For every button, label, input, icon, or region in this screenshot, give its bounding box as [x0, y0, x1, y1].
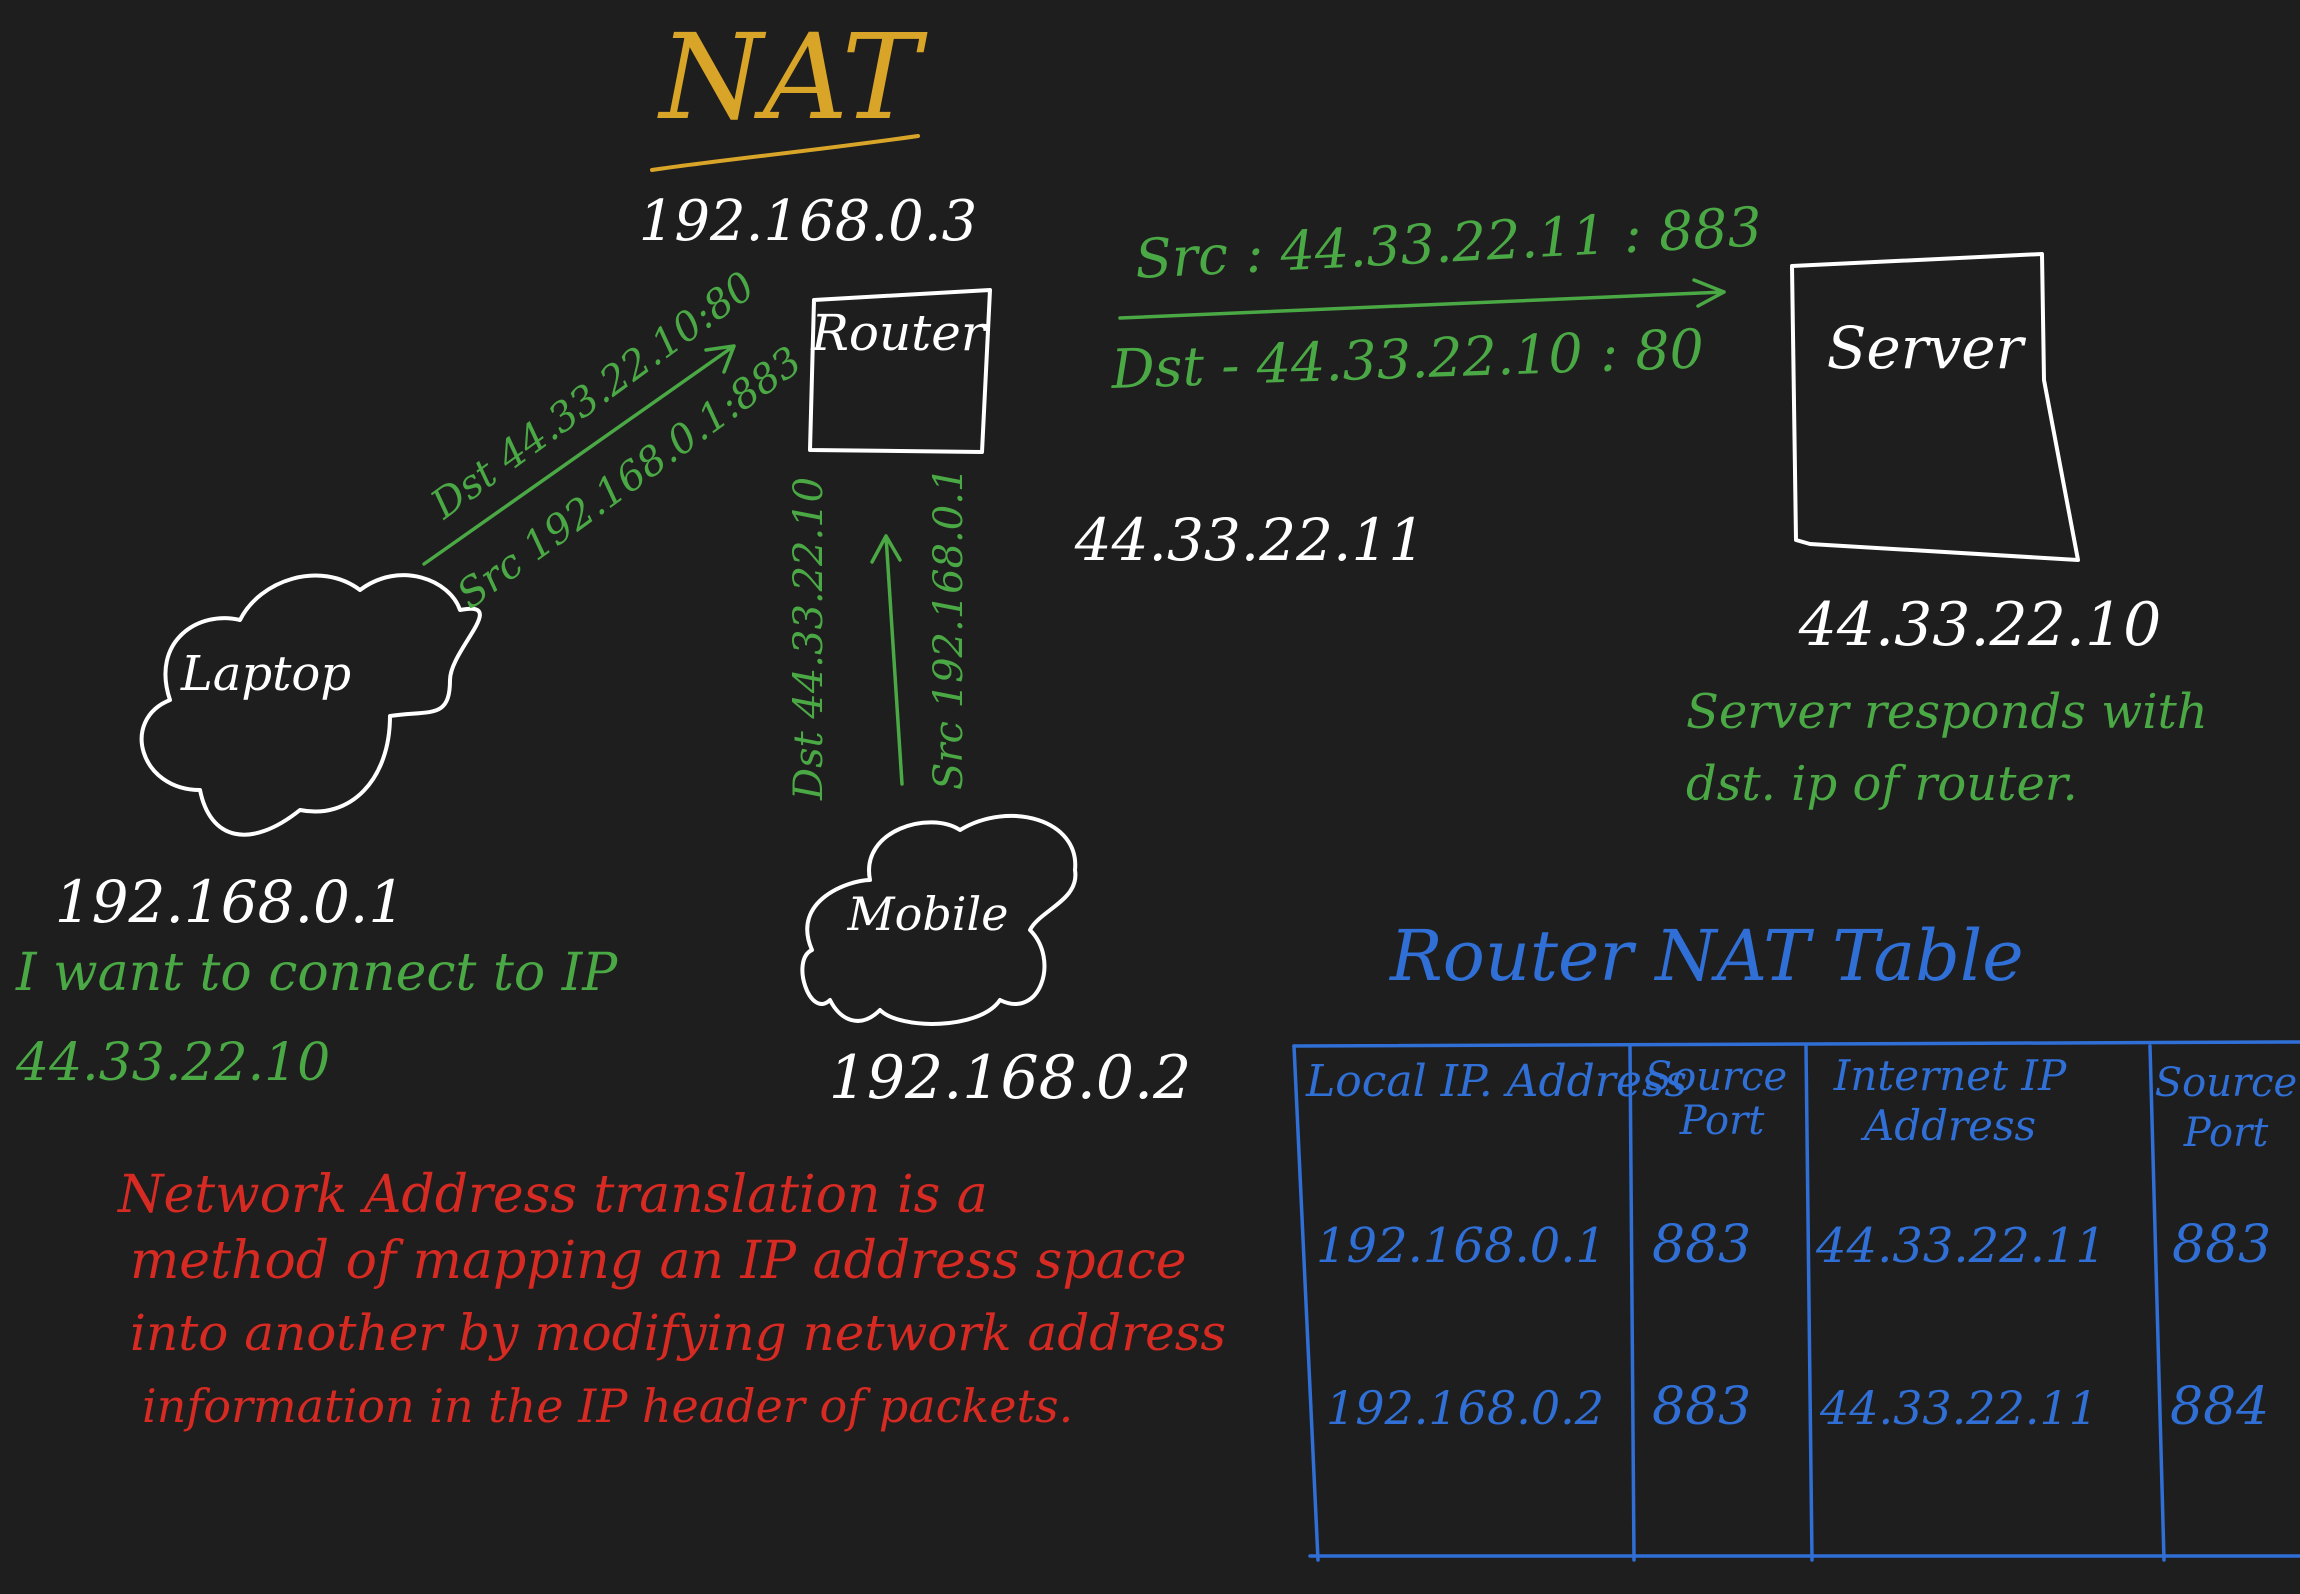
router-label: Router: [810, 304, 988, 362]
nat-row-2-nat-port: 884: [2170, 1377, 2269, 1437]
mobile-arrow-src-label: Src 192.168.0.1: [926, 467, 972, 790]
laptop-cloud: [139, 573, 482, 837]
whiteboard-canvas: NAT 192.168.0.3 Router 44.33.22.11 Serve…: [0, 0, 2300, 1594]
mobile-label: Mobile: [847, 887, 1009, 941]
definition-line-2: method of mapping an IP address space: [130, 1231, 1187, 1291]
server-box: [1790, 252, 2080, 562]
laptop-ip: 192.168.0.1: [55, 868, 406, 936]
diagram-drawing: NAT 192.168.0.3 Router 44.33.22.11 Serve…: [15, 8, 2300, 1562]
laptop-note-line-2: 44.33.22.10: [15, 1033, 330, 1093]
nat-header-internet-ip-line-2: Address: [1860, 1101, 2036, 1150]
mobile-ip: 192.168.0.2: [829, 1043, 1192, 1113]
nat-row-1-nat-port: 883: [2172, 1215, 2271, 1275]
nat-table-title: Router NAT Table: [1388, 915, 2024, 997]
nat-table-grid: [1292, 1040, 2300, 1562]
nat-row-2-local-ip: 192.168.0.2: [1326, 1381, 1604, 1435]
page-title: NAT: [657, 8, 928, 146]
nat-row-2-internet-ip: 44.33.22.11: [1819, 1381, 2098, 1435]
nat-header-local-ip: Local IP. Address: [1305, 1056, 1687, 1107]
server-note-line-1: Server responds with: [1686, 684, 2208, 740]
mobile-to-router-arrow: [870, 534, 904, 786]
nat-row-1-internet-ip: 44.33.22.11: [1815, 1218, 2106, 1274]
nat-header-source-port-line-1: Source: [1645, 1054, 1787, 1100]
server-note-line-2: dst. ip of router.: [1686, 756, 2078, 812]
server-ip: 44.33.22.10: [1798, 590, 2162, 660]
nat-header-source-port-line-2: Port: [1679, 1098, 1765, 1144]
nat-row-1-source-port: 883: [1652, 1215, 1751, 1275]
nat-header-source-port-2-line-2: Port: [2183, 1110, 2269, 1156]
server-arrow-src-label: Src : 44.33.22.11 : 883: [1133, 195, 1763, 291]
nat-row-2-source-port: 883: [1652, 1377, 1751, 1437]
laptop-label: Laptop: [180, 646, 351, 702]
definition-line-3: into another by modifying network addres…: [130, 1304, 1226, 1362]
server-arrow-dst-label: Dst - 44.33.22.10 : 80: [1109, 317, 1705, 401]
definition-line-1: Network Address translation is a: [116, 1165, 988, 1225]
nat-row-1-local-ip: 192.168.0.1: [1316, 1218, 1606, 1274]
router-public-ip: 44.33.22.11: [1074, 506, 1426, 574]
server-label: Server: [1827, 314, 2027, 382]
nat-header-source-port-2-line-1: Source: [2155, 1060, 2297, 1106]
laptop-note-line-1: I want to connect to IP: [15, 943, 618, 1003]
nat-header-internet-ip-line-1: Internet IP: [1833, 1051, 2067, 1100]
mobile-arrow-dst-label: Dst 44.33.22.10: [786, 477, 832, 801]
router-ip: 192.168.0.3: [639, 189, 977, 254]
definition-line-4: information in the IP header of packets.: [142, 1379, 1073, 1433]
